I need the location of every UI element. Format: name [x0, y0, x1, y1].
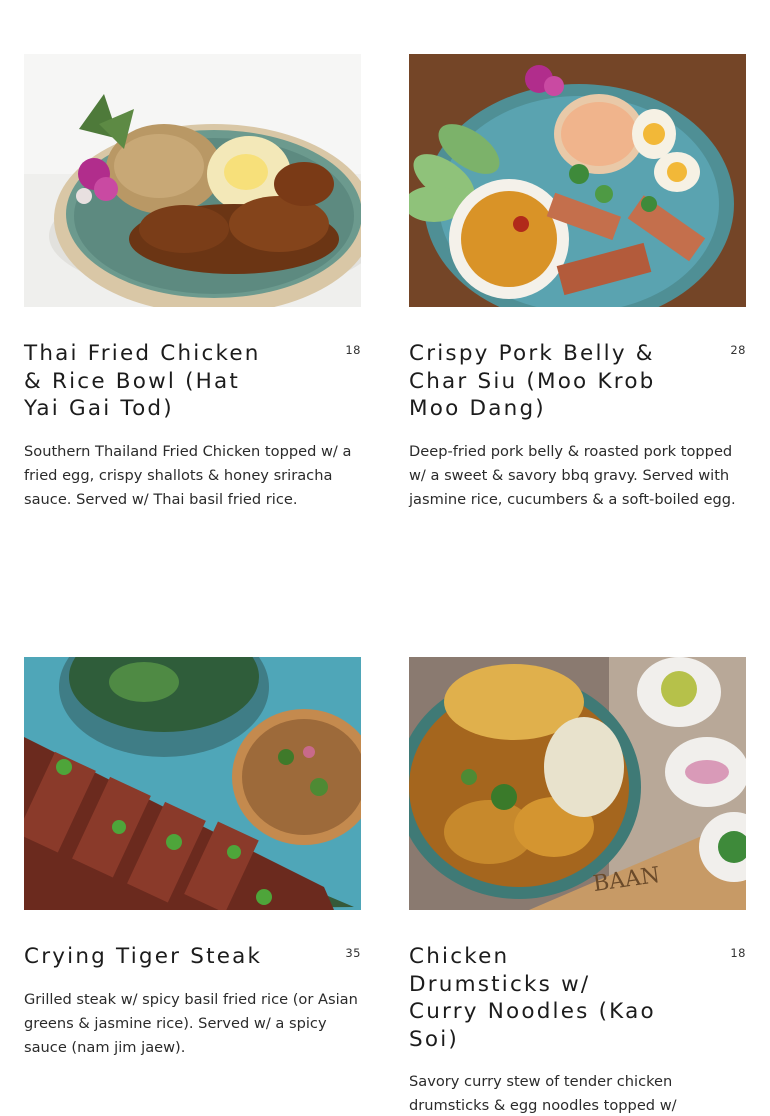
kao-soi-photo[interactable]: BAAN	[409, 657, 746, 910]
menu-item-price: 35	[345, 946, 361, 960]
menu-item-description: Deep-fried pork belly & roasted pork top…	[409, 442, 736, 508]
menu-item-description: Southern Thailand Fried Chicken topped w…	[24, 442, 352, 508]
menu-item-card[interactable]: Thai Fried Chicken & Rice Bowl (Hat Yai …	[24, 54, 361, 512]
menu-item-title: Crispy Pork Belly & Char Siu (Moo Krob M…	[409, 341, 656, 422]
menu-item-price: 28	[730, 343, 746, 357]
menu-item-price: 18	[730, 946, 746, 960]
menu-item-title: Chicken Drumsticks w/ Curry Noodles (Kao…	[409, 944, 656, 1052]
menu-item-description: Savory curry stew of tender chicken drum…	[409, 1073, 677, 1115]
menu-item-description: Grilled steak w/ spicy basil fried rice …	[24, 990, 358, 1056]
menu-item-price: 18	[345, 343, 361, 357]
menu-item-title: Thai Fried Chicken & Rice Bowl (Hat Yai …	[24, 341, 261, 422]
menu-item-card[interactable]: Crispy Pork Belly & Char Siu (Moo Krob M…	[409, 54, 746, 512]
crying-tiger-steak-photo[interactable]	[24, 657, 361, 910]
pork-belly-char-siu-photo[interactable]	[409, 54, 746, 307]
menu-item-card[interactable]: BAAN Chicken Drumsticks w/ Curry Noodles…	[409, 657, 746, 1116]
fried-chicken-rice-bowl-photo[interactable]	[24, 54, 361, 307]
menu-item-title: Crying Tiger Steak	[24, 944, 263, 969]
menu-item-card[interactable]: Crying Tiger Steak 35 Grilled steak w/ s…	[24, 657, 361, 1060]
